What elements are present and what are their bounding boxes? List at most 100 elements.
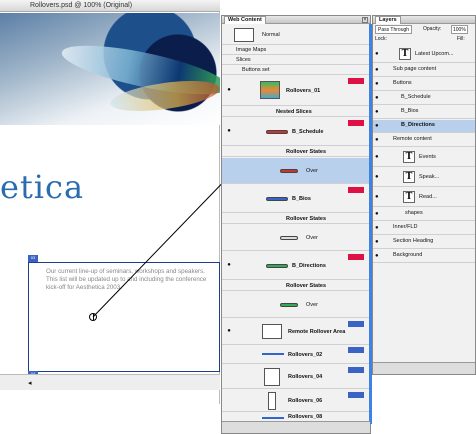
rollover-states-row[interactable]: Rollover States [222,147,370,157]
scroll-arrow-icon[interactable]: ◂ [28,379,32,387]
eye-icon[interactable]: ● [225,328,233,336]
slice-row[interactable]: ● Rollovers_01 [222,76,370,106]
eye-icon[interactable]: ● [375,95,382,102]
eye-icon[interactable]: ● [225,128,233,136]
layer-row[interactable]: ● Remote content [373,134,475,147]
over-state-row[interactable]: Over [222,292,370,318]
state-thumbnail [280,236,298,240]
slice-row[interactable]: ● B_Schedule [222,118,370,146]
slice-tag [348,78,364,84]
layer-name: B_Directions [401,122,435,128]
document-title-bar[interactable]: Rollovers.psd @ 100% (Original) [0,0,220,12]
slice-row[interactable]: Rollovers_02 [222,346,370,364]
document-window[interactable]: Rollovers.psd @ 100% (Original) etica 03… [0,0,220,404]
layer-row[interactable]: ● B_Directions [373,120,475,133]
normal-label: Normal [262,32,280,38]
normal-state-row[interactable]: Normal [222,25,370,45]
blend-mode-select[interactable]: Pass Through [375,25,413,34]
logo-text: etica [0,168,85,206]
layer-row[interactable]: ● B_Schedule [373,92,475,105]
slice-label: Rollovers_01 [286,88,321,94]
layer-row[interactable]: ● T Speak... [373,168,475,187]
layer-name: Speak... [419,174,440,180]
eye-icon[interactable]: ● [375,137,382,144]
slices-row[interactable]: Slices [222,56,370,65]
text-layer-icon: T [403,191,415,203]
layers-panel[interactable]: Layers Pass Through Opacity: 100% Lock: … [372,15,476,375]
slice-label: Rollovers_04 [288,374,323,380]
opacity-field[interactable]: 100% [451,25,468,34]
close-icon[interactable]: × [362,17,368,23]
state-label: Over [306,302,318,308]
layer-row[interactable]: ● Background [373,250,475,263]
eye-icon[interactable]: ● [225,262,233,270]
layer-row[interactable]: ● T Events [373,148,475,167]
horizontal-scrollbar[interactable]: ◂ [0,374,220,390]
slice-row[interactable]: ● Remote Rollover Area [222,319,370,345]
rollover-states-row[interactable]: Rollover States [222,214,370,224]
layer-name: Events [419,154,436,160]
slice-row[interactable]: Rollovers_06 [222,390,370,412]
eye-icon[interactable]: ● [375,253,382,260]
slices-label: Slices [236,57,251,63]
web-content-panel[interactable]: Web Content × Normal Image Maps Slices B… [221,15,372,434]
eye-icon[interactable]: ● [225,87,233,95]
slice-thumbnail [262,324,282,339]
fill-label: Fill: [457,36,465,42]
eye-icon[interactable]: ● [375,174,382,181]
state-thumbnail [280,303,298,307]
layers-footer [373,362,475,374]
slice-body-text: Our current line-up of seminars, worksho… [46,268,207,291]
tab-web-content[interactable]: Web Content [224,16,266,24]
over-state-row[interactable]: Over [222,225,370,251]
eye-icon[interactable]: ● [375,109,382,116]
slice-tag [348,321,364,327]
layer-row[interactable]: ● Section Heading [373,236,475,249]
slice-row[interactable]: ● B_Directions [222,252,370,280]
eye-icon[interactable]: ● [375,81,382,88]
rollover-states-row[interactable]: Rollover States [222,281,370,291]
state-label: Over [306,235,318,241]
document-title: Rollovers.psd @ 100% (Original) [30,2,133,9]
text-layer-icon: T [403,151,415,163]
eye-icon[interactable]: ● [375,154,382,161]
slice-label: Rollovers_08 [288,414,323,420]
layer-name: Read... [419,194,437,200]
eye-icon[interactable]: ● [375,225,382,232]
pick-whip-cursor-icon [89,313,97,321]
buttons-set-label: Buttons set [242,67,270,73]
eye-icon[interactable]: ● [375,194,382,201]
eye-icon[interactable]: ● [375,51,382,58]
slice-tag [348,367,364,373]
slice-tag [348,120,364,126]
button-thumbnail [266,197,288,201]
nested-slices-row[interactable]: Nested Slices [222,107,370,117]
layer-row[interactable]: ● T Latest Upcom... [373,46,475,63]
layer-row[interactable]: ● Sub page content [373,64,475,77]
eye-icon[interactable]: ● [375,123,382,130]
eye-icon[interactable]: ● [375,239,382,246]
button-thumbnail [266,264,288,268]
slice-tag [348,187,364,193]
over-state-row[interactable]: Over [222,158,370,184]
layer-row[interactable]: ● Buttons [373,78,475,91]
layer-row[interactable]: ● B_Bios [373,106,475,119]
eye-icon[interactable]: ● [375,67,382,74]
slice-thumbnail [264,368,280,386]
slice-row[interactable]: B_Bios [222,185,370,213]
image-maps-row[interactable]: Image Maps [222,46,370,55]
slice-thumbnail [268,392,276,410]
eye-icon[interactable]: ● [375,211,382,218]
slice-label: B_Schedule [292,129,324,135]
opacity-label: Opacity: [423,26,442,32]
text-layer-icon: T [399,48,411,60]
slice-tag [348,254,364,260]
layer-row[interactable]: ● T Read... [373,188,475,207]
layer-row[interactable]: ● shapes [373,208,475,221]
slice-row[interactable]: Rollovers_04 [222,365,370,389]
tab-layers[interactable]: Layers [375,16,401,24]
slice-label: B_Directions [292,263,326,269]
buttons-set-row[interactable]: Buttons set [222,66,370,75]
layer-row[interactable]: ● Inner/FLD [373,222,475,235]
state-label: Over [306,168,318,174]
